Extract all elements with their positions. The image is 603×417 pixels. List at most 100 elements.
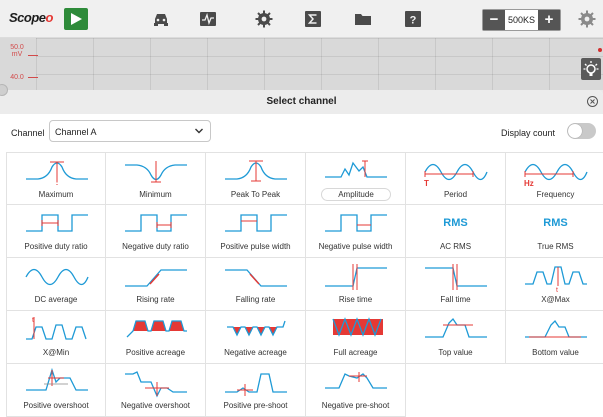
positive-overshoot-icon [26,368,88,391]
zoom-out-button[interactable]: − [483,10,505,30]
frequency-icon: Hz [524,163,588,187]
gear-icon[interactable] [255,10,273,28]
negative-overshoot-icon [125,371,187,398]
measure-label: Period [443,190,468,199]
positive-pulse-width-icon [225,214,287,232]
light-button[interactable] [581,58,601,80]
measure-label: Negative overshoot [121,401,190,410]
measure-label: Falling rate [235,295,276,304]
measure-ac-rms[interactable]: RMS AC RMS [406,205,506,258]
measure-rise-time[interactable]: Rise time [306,258,406,311]
car-icon[interactable] [152,10,170,28]
measure-label: True RMS [537,242,574,251]
falling-rate-icon [225,269,287,287]
svg-text:T: T [424,179,429,187]
toggle-knob [568,124,582,138]
measure-label: AC RMS [439,242,472,251]
measure-peak-to-peak[interactable]: Peak To Peak [206,152,306,205]
negative-pre-shoot-icon [325,372,387,389]
rise-time-icon [325,264,387,290]
measure-top-value[interactable]: Top value [406,311,506,364]
bottom-value-icon [525,319,587,338]
measure-label: Fall time [440,295,471,304]
positive-acreage-icon [126,320,187,338]
measure-positive-pulse-width[interactable]: Positive pulse width [206,205,306,258]
positive-duty-ratio-icon [26,214,88,232]
channel-label: Channel [11,128,45,138]
rms-icon: RMS [443,217,468,229]
measure-label: Negative pulse width [318,242,393,251]
sigma-icon[interactable] [304,10,322,28]
measure-label: Positive acreage [125,348,186,357]
empty-cell [406,364,506,417]
measure-label: Positive overshoot [23,401,89,410]
close-icon[interactable] [586,95,599,108]
amplitude-icon [325,160,387,178]
measure-positive-overshoot[interactable]: Positive overshoot [6,364,106,417]
measure-positive-pre-shoot[interactable]: Positive pre-shoot [206,364,306,417]
y-axis-tick [28,55,38,56]
measure-rising-rate[interactable]: Rising rate [106,258,206,311]
measure-negative-acreage[interactable]: Negative acreage [206,311,306,364]
measure-positive-duty-ratio[interactable]: Positive duty ratio [6,205,106,258]
measure-label: Peak To Peak [230,190,281,199]
zoom-in-button[interactable]: + [538,10,560,30]
measure-full-acreage[interactable]: Full acreage [306,311,406,364]
measure-label: Negative pre-shoot [321,401,390,410]
chevron-down-icon [195,128,203,134]
y-axis-tick [28,77,38,78]
maximum-icon [26,161,88,185]
measure-period[interactable]: T Period [406,152,506,205]
help-icon[interactable]: ? [404,10,422,28]
measure-bottom-value[interactable]: Bottom value [506,311,603,364]
measure-negative-overshoot[interactable]: Negative overshoot [106,364,206,417]
x-at-min-icon: t [26,317,87,340]
measure-falling-rate[interactable]: Falling rate [206,258,306,311]
select-channel-dialog: Select channel Channel Channel A Display… [0,84,603,417]
trigger-marker [598,48,602,52]
measure-label: Positive pulse width [220,242,291,251]
measure-x-at-max[interactable]: t X@Max [506,258,603,311]
play-button[interactable] [64,8,88,30]
measure-negative-duty-ratio[interactable]: Negative duty ratio [106,205,206,258]
measure-label: Maximum [38,190,74,199]
settings-gear-icon[interactable] [578,10,596,28]
measure-label: DC average [34,295,78,304]
svg-text:t: t [556,287,558,292]
play-icon [71,13,82,25]
empty-cell [506,364,603,417]
dialog-header: Select channel [0,90,603,114]
waveform-icon[interactable] [199,10,217,28]
channel-select[interactable]: Channel A [49,120,211,142]
y-axis-label: 40.0 [10,74,24,81]
measure-label: Amplitude [321,188,391,201]
measure-label: Positive pre-shoot [223,401,288,410]
measure-minimum[interactable]: Minimum [106,152,206,205]
measurement-grid: Maximum Minimum Peak To Peak Amplitude T… [6,152,603,417]
measure-negative-pulse-width[interactable]: Negative pulse width [306,205,406,258]
negative-duty-ratio-icon [125,214,187,232]
period-icon: T [424,163,488,187]
measure-frequency[interactable]: Hz Frequency [506,152,603,205]
rms-icon: RMS [543,217,568,229]
folder-icon[interactable] [354,10,372,28]
negative-acreage-icon [227,320,286,337]
measure-dc-average[interactable]: DC average [6,258,106,311]
svg-text:?: ? [410,15,417,27]
measure-label: X@Max [541,295,570,304]
measure-amplitude[interactable]: Amplitude [306,152,406,205]
display-count-toggle[interactable] [567,123,596,139]
measure-positive-acreage[interactable]: Positive acreage [106,311,206,364]
measure-label: Rise time [338,295,373,304]
peak-to-peak-icon [225,160,287,182]
scope-app: Scopeo ? − 500KS + 50.0 mV 40.0 Select c… [0,0,603,417]
scope-display: 50.0 mV 40.0 [0,38,603,90]
channel-select-value: Channel A [55,127,97,137]
y-axis-label: 50.0 [10,44,24,51]
measure-x-at-min[interactable]: t X@Min [6,311,106,364]
measure-true-rms[interactable]: RMS True RMS [506,205,603,258]
measure-negative-pre-shoot[interactable]: Negative pre-shoot [306,364,406,417]
measure-fall-time[interactable]: Fall time [406,258,506,311]
measure-label: Frequency [536,190,575,199]
measure-maximum[interactable]: Maximum [6,152,106,205]
